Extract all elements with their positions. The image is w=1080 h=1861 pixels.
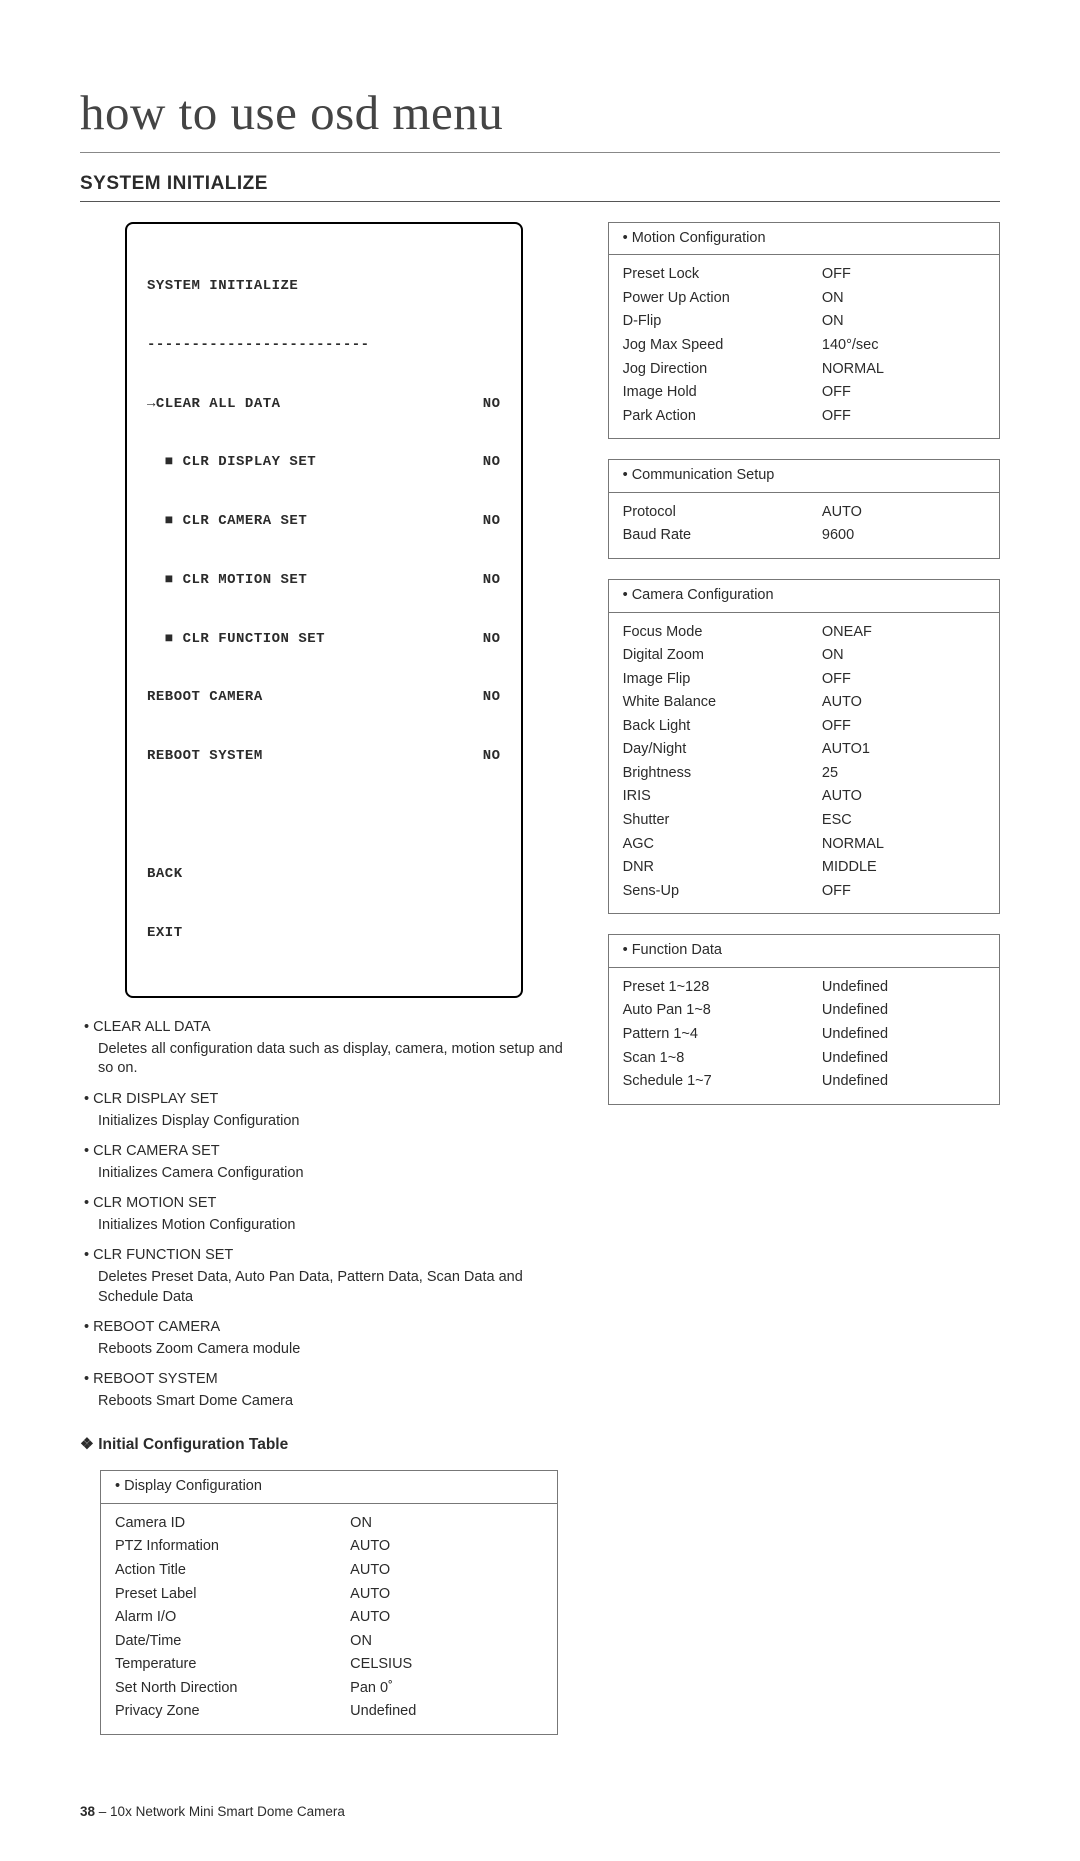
table-row: Focus ModeONEAF — [623, 621, 985, 645]
osd-item: ■ CLR MOTION SETNO — [147, 571, 501, 591]
osd-back: BACK — [147, 865, 501, 885]
osd-item: →CLEAR ALL DATANO — [147, 395, 501, 415]
desc-head: REBOOT SYSTEM — [98, 1370, 568, 1390]
desc-body: Reboots Zoom Camera module — [98, 1340, 568, 1360]
osd-title: SYSTEM INITIALIZE — [147, 277, 501, 297]
table-row: Baud Rate9600 — [623, 524, 985, 548]
table-title: Motion Configuration — [609, 223, 999, 256]
table-row: PTZ InformationAUTO — [115, 1535, 543, 1559]
table-row: Image HoldOFF — [623, 381, 985, 405]
osd-item: ■ CLR CAMERA SETNO — [147, 512, 501, 532]
desc-head: CLR MOTION SET — [98, 1194, 568, 1214]
table-row: Power Up ActionON — [623, 287, 985, 311]
section-heading: SYSTEM INITIALIZE — [80, 171, 1000, 197]
desc-head: CLR DISPLAY SET — [98, 1090, 568, 1110]
desc-body: Initializes Motion Configuration — [98, 1216, 568, 1236]
desc-head: REBOOT CAMERA — [98, 1318, 568, 1338]
desc-body: Reboots Smart Dome Camera — [98, 1392, 568, 1412]
table-row: Brightness25 — [623, 762, 985, 786]
table-row: TemperatureCELSIUS — [115, 1653, 543, 1677]
table-row: Alarm I/OAUTO — [115, 1606, 543, 1630]
function-data-table: Function Data Preset 1~128Undefined Auto… — [608, 934, 1000, 1104]
display-config-table: Display Configuration Camera IDON PTZ In… — [100, 1470, 558, 1735]
table-row: White BalanceAUTO — [623, 691, 985, 715]
desc-body: Deletes all configuration data such as d… — [98, 1040, 568, 1079]
table-title: Communication Setup — [609, 460, 999, 493]
communication-setup-table: Communication Setup ProtocolAUTO Baud Ra… — [608, 459, 1000, 559]
desc-body: Initializes Camera Configuration — [98, 1164, 568, 1184]
table-row: Privacy ZoneUndefined — [115, 1700, 543, 1724]
table-row: Preset 1~128Undefined — [623, 976, 985, 1000]
table-row: Schedule 1~7Undefined — [623, 1070, 985, 1094]
table-row: Action TitleAUTO — [115, 1559, 543, 1583]
table-row: ShutterESC — [623, 809, 985, 833]
divider — [80, 201, 1000, 202]
osd-rule: ------------------------- — [147, 336, 501, 356]
table-row: Jog DirectionNORMAL — [623, 358, 985, 382]
table-title: Camera Configuration — [609, 580, 999, 613]
table-row: IRISAUTO — [623, 785, 985, 809]
table-row: Sens-UpOFF — [623, 880, 985, 904]
osd-menu-box: SYSTEM INITIALIZE ----------------------… — [125, 222, 523, 999]
table-row: Date/TimeON — [115, 1630, 543, 1654]
osd-exit: EXIT — [147, 924, 501, 944]
page-number: 38 — [80, 1804, 95, 1819]
osd-item: REBOOT CAMERANO — [147, 688, 501, 708]
camera-config-table: Camera Configuration Focus ModeONEAF Dig… — [608, 579, 1000, 914]
table-row: Image FlipOFF — [623, 668, 985, 692]
table-row: Pattern 1~4Undefined — [623, 1023, 985, 1047]
desc-head: CLEAR ALL DATA — [98, 1018, 568, 1038]
description-list: CLEAR ALL DATADeletes all configuration … — [80, 1018, 568, 1411]
table-title: Function Data — [609, 935, 999, 968]
table-row: Digital ZoomON — [623, 644, 985, 668]
table-row: ProtocolAUTO — [623, 501, 985, 525]
desc-head: CLR CAMERA SET — [98, 1142, 568, 1162]
osd-item: REBOOT SYSTEMNO — [147, 747, 501, 767]
table-row: Auto Pan 1~8Undefined — [623, 999, 985, 1023]
table-row: AGCNORMAL — [623, 833, 985, 857]
table-row: Jog Max Speed140°/sec — [623, 334, 985, 358]
table-row: Day/NightAUTO1 — [623, 738, 985, 762]
table-row: Back LightOFF — [623, 715, 985, 739]
table-row: Set North DirectionPan 0˚ — [115, 1677, 543, 1701]
page-footer: 38 – 10x Network Mini Smart Dome Camera — [80, 1803, 1000, 1821]
desc-body: Initializes Display Configuration — [98, 1112, 568, 1132]
table-row: D-FlipON — [623, 310, 985, 334]
page-title: how to use osd menu — [80, 80, 1000, 153]
table-row: DNRMIDDLE — [623, 856, 985, 880]
table-row: Park ActionOFF — [623, 405, 985, 429]
osd-item: ■ CLR FUNCTION SETNO — [147, 630, 501, 650]
osd-item: ■ CLR DISPLAY SETNO — [147, 453, 501, 473]
desc-body: Deletes Preset Data, Auto Pan Data, Patt… — [98, 1268, 568, 1307]
table-row: Scan 1~8Undefined — [623, 1047, 985, 1071]
table-title: Display Configuration — [101, 1471, 557, 1504]
desc-head: CLR FUNCTION SET — [98, 1246, 568, 1266]
footer-label: 10x Network Mini Smart Dome Camera — [110, 1804, 345, 1819]
table-row: Preset LabelAUTO — [115, 1583, 543, 1607]
motion-config-table: Motion Configuration Preset LockOFF Powe… — [608, 222, 1000, 440]
table-row: Preset LockOFF — [623, 263, 985, 287]
subheading: Initial Configuration Table — [80, 1435, 568, 1456]
